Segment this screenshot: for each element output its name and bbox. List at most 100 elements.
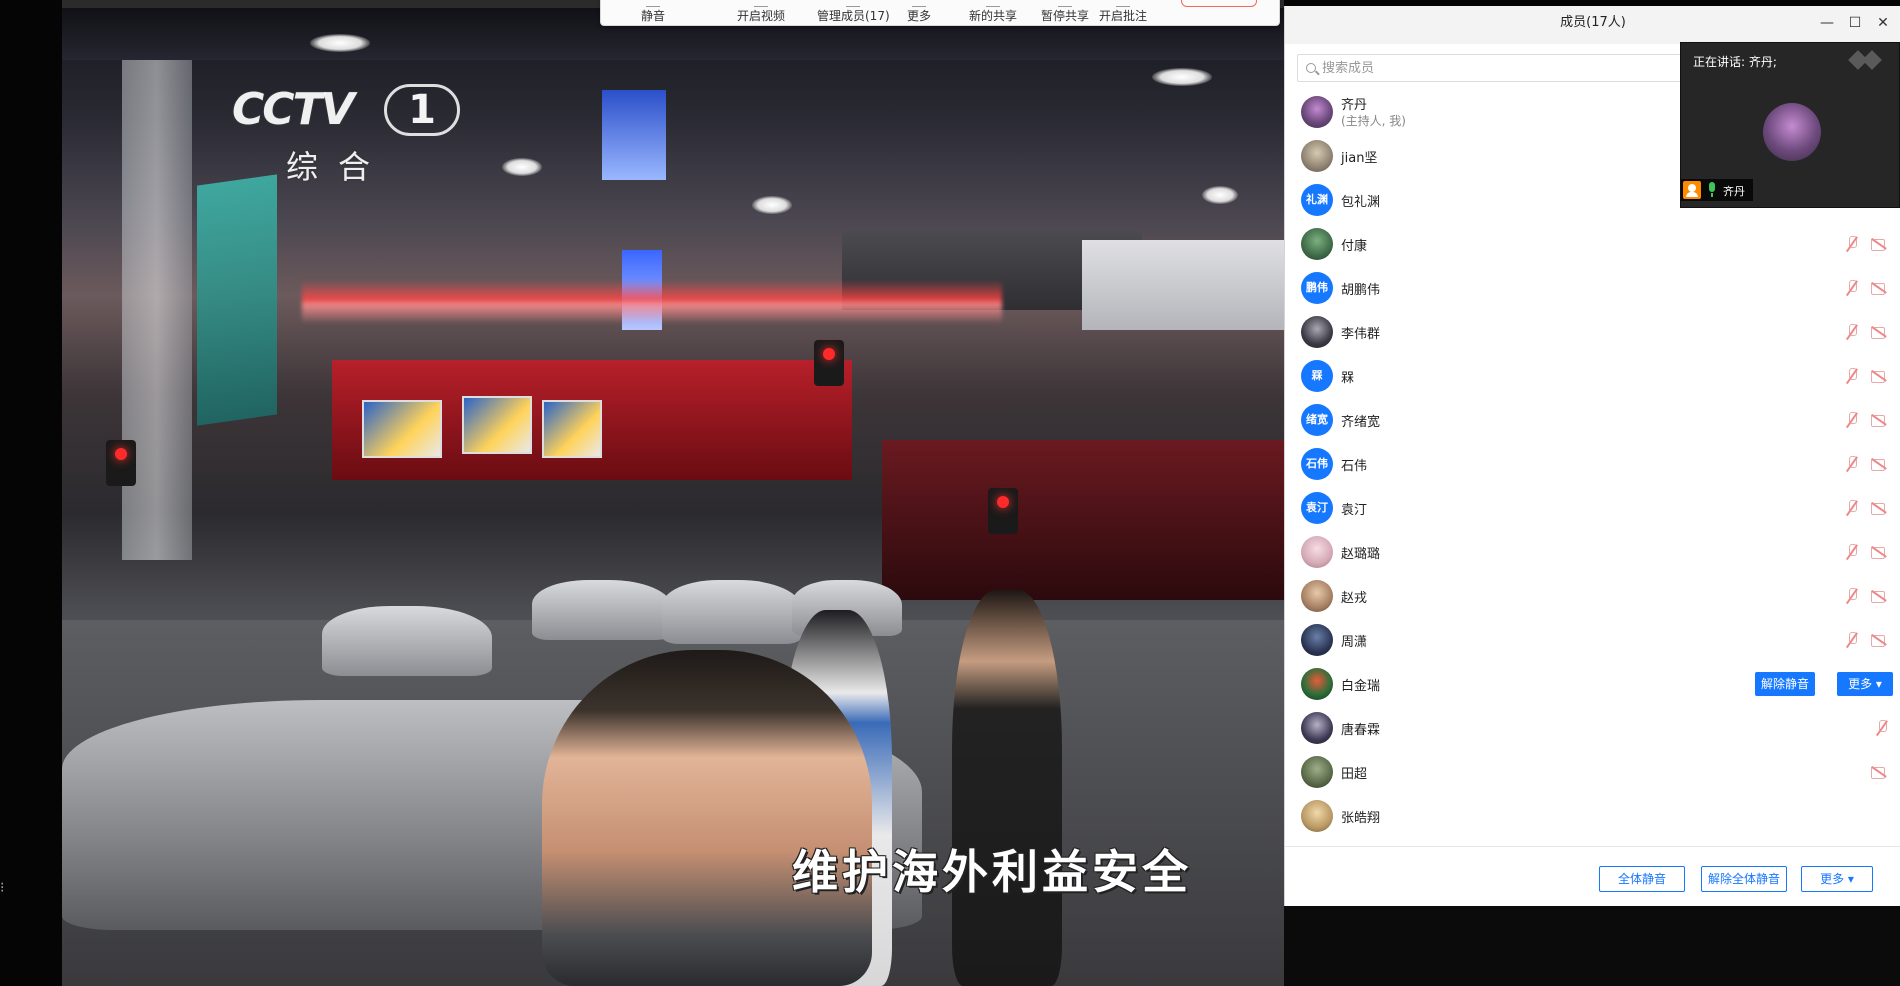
avatar	[1301, 536, 1333, 568]
members-footer: 全体静音 解除全体静音 更多 ▾	[1285, 846, 1900, 906]
camera-off-icon[interactable]	[1871, 238, 1889, 251]
search-input[interactable]	[1322, 55, 1702, 81]
camera-off-icon[interactable]	[1871, 546, 1889, 559]
camera-off-icon[interactable]	[1871, 502, 1889, 515]
manage-members-label: 管理成员(17)	[817, 9, 890, 23]
annotate-icon	[1116, 1, 1130, 7]
member-row[interactable]: 袁汀 袁汀	[1285, 486, 1900, 530]
video-car	[532, 580, 672, 640]
more-button[interactable]: 更多	[907, 1, 931, 24]
video-icon	[754, 1, 768, 7]
avatar	[1301, 712, 1333, 744]
footer-more-button[interactable]: 更多 ▾	[1801, 866, 1873, 892]
member-name: 张皓翔	[1341, 811, 1381, 826]
avatar	[1301, 668, 1333, 700]
camera-off-icon[interactable]	[1871, 414, 1889, 427]
member-row[interactable]: 鹏伟 胡鹏伟	[1285, 266, 1900, 310]
new-share-button[interactable]: 新的共享	[969, 1, 1017, 24]
unmute-all-button[interactable]: 解除全体静音	[1701, 866, 1787, 892]
speaking-indicator: 正在讲话: 齐丹;	[1693, 55, 1777, 69]
close-icon[interactable]: ✕	[1873, 14, 1893, 34]
member-role: (主持人, 我)	[1341, 114, 1406, 128]
mute-button[interactable]: 静音	[641, 1, 665, 24]
member-name: 齐绪宽	[1341, 415, 1381, 430]
member-name: 赵戎	[1341, 591, 1368, 606]
channel-logo-number: 1	[384, 84, 460, 136]
host-user-icon	[1683, 181, 1701, 199]
edge-handle-icon[interactable]: ⁝	[0, 880, 4, 896]
more-icon	[912, 1, 926, 7]
camera-off-icon[interactable]	[1871, 766, 1889, 779]
mic-muted-icon[interactable]	[1845, 632, 1859, 648]
mic-muted-icon[interactable]	[1845, 324, 1859, 340]
mic-muted-icon[interactable]	[1845, 456, 1859, 472]
mic-muted-icon[interactable]	[1845, 588, 1859, 604]
camera-off-icon[interactable]	[1871, 370, 1889, 383]
member-name: 石伟	[1341, 459, 1368, 474]
member-name: 槑	[1341, 371, 1355, 386]
member-row[interactable]: 槑 槑	[1285, 354, 1900, 398]
mic-muted-icon[interactable]	[1845, 368, 1859, 384]
background-area	[1284, 906, 1900, 986]
mic-muted-icon[interactable]	[1845, 236, 1859, 252]
avatar: 礼渊	[1301, 184, 1333, 216]
start-video-label: 开启视频	[737, 9, 786, 23]
video-neon	[302, 280, 1002, 324]
member-name: 包礼渊	[1341, 195, 1381, 210]
member-name: 李伟群	[1341, 327, 1381, 342]
avatar	[1301, 580, 1333, 612]
active-speaker-window[interactable]: 正在讲话: 齐丹; 齐丹	[1680, 42, 1900, 208]
member-row[interactable]: 周潇	[1285, 618, 1900, 662]
mic-muted-icon[interactable]	[1845, 500, 1859, 516]
mic-muted-icon[interactable]	[1845, 412, 1859, 428]
annotate-label: 开启批注	[1099, 9, 1148, 23]
pause-share-button[interactable]: 暂停共享	[1041, 1, 1089, 24]
mic-muted-icon[interactable]	[1875, 720, 1889, 736]
annotate-button[interactable]: 开启批注	[1099, 1, 1147, 24]
screen: { "video": { "channel_logo_main": "CCTV"…	[0, 0, 1900, 986]
camera-off-icon[interactable]	[1871, 282, 1889, 295]
mute-all-button[interactable]: 全体静音	[1599, 866, 1685, 892]
member-row[interactable]: 唐春霖	[1285, 706, 1900, 750]
manage-members-button[interactable]: 管理成员(17)	[817, 1, 890, 24]
video-screen	[462, 396, 532, 454]
camera-off-icon[interactable]	[1871, 326, 1889, 339]
start-video-button[interactable]: 开启视频	[737, 1, 785, 24]
member-row[interactable]: 李伟群	[1285, 310, 1900, 354]
speaker-avatar	[1763, 103, 1821, 161]
new-share-label: 新的共享	[969, 9, 1018, 23]
unmute-member-button[interactable]: 解除静音	[1755, 672, 1815, 696]
video-car	[322, 606, 492, 676]
pause-share-label: 暂停共享	[1041, 9, 1090, 23]
member-more-button[interactable]: 更多 ▾	[1837, 672, 1893, 696]
end-meeting-button[interactable]	[1181, 0, 1257, 7]
member-row[interactable]: 付康	[1285, 222, 1900, 266]
maximize-icon[interactable]: ☐	[1845, 14, 1865, 34]
member-row[interactable]: 石伟 石伟	[1285, 442, 1900, 486]
members-title: 成员(17人)	[1560, 15, 1626, 30]
member-name: 袁汀	[1341, 503, 1368, 518]
member-row[interactable]: 张皓翔	[1285, 794, 1900, 838]
camera-off-icon[interactable]	[1871, 634, 1889, 647]
chevron-down-icon: ▾	[1875, 677, 1882, 691]
camera-off-icon[interactable]	[1871, 590, 1889, 603]
members-titlebar[interactable]: 成员(17人) — ☐ ✕	[1285, 6, 1900, 44]
member-row[interactable]: 白金瑞 解除静音 更多 ▾	[1285, 662, 1900, 706]
member-row[interactable]: 绪宽 齐绪宽	[1285, 398, 1900, 442]
channel-logo-text: CCTV	[232, 84, 355, 135]
pause-icon	[1058, 1, 1072, 7]
mic-active-icon	[1707, 182, 1717, 198]
member-name: 胡鹏伟	[1341, 283, 1381, 298]
member-row[interactable]: 赵戎	[1285, 574, 1900, 618]
member-name: 周潇	[1341, 635, 1368, 650]
member-row[interactable]: 田超	[1285, 750, 1900, 794]
minimize-icon[interactable]: —	[1817, 14, 1837, 34]
mic-muted-icon[interactable]	[1845, 280, 1859, 296]
video-subtitle: 维护海外利益安全	[792, 845, 1192, 899]
mute-button-label: 静音	[641, 9, 666, 23]
camera-off-icon[interactable]	[1871, 458, 1889, 471]
video-light	[310, 34, 370, 52]
member-row[interactable]: 赵璐璐	[1285, 530, 1900, 574]
mic-muted-icon[interactable]	[1845, 544, 1859, 560]
member-search[interactable]	[1297, 54, 1717, 82]
